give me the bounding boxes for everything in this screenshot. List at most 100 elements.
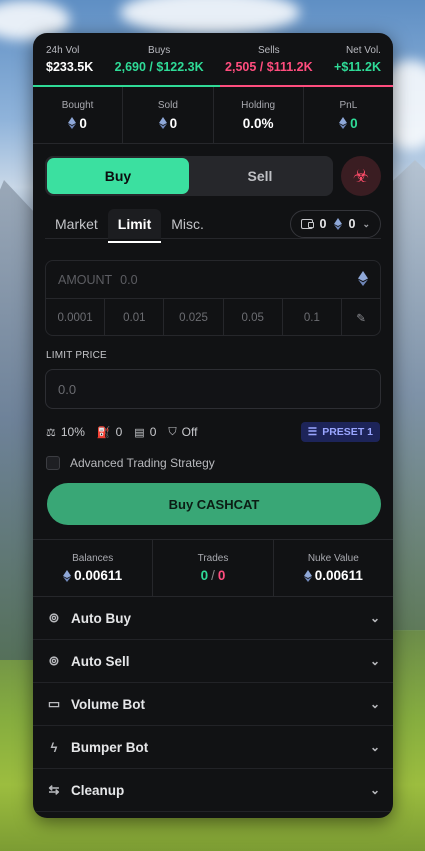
stat-value: +$11.2K xyxy=(334,60,381,74)
checkbox[interactable] xyxy=(46,456,60,470)
stat-sells: Sells 2,505 / $111.2K xyxy=(225,45,313,83)
trading-panel: 24h Vol $233.5K Buys 2,690 / $122.3K Sel… xyxy=(33,33,393,818)
background-cloud xyxy=(120,0,300,35)
buy-token-button[interactable]: Buy CASHCAT xyxy=(47,483,381,525)
mev-protection-setting[interactable]: ⛉ Off xyxy=(168,425,197,439)
trades-cell: Trades 0/0 xyxy=(153,540,274,596)
position-value: 0 xyxy=(158,115,178,131)
gas-value: 0 xyxy=(115,425,123,439)
accordion-auto-buy[interactable]: ⊚ Auto Buy ⌄ xyxy=(33,597,393,640)
position-value: 0 xyxy=(68,116,87,131)
trades-label: Trades xyxy=(197,553,229,564)
sell-ratio xyxy=(220,85,393,87)
amount-label: AMOUNT xyxy=(58,272,113,287)
buy-ratio xyxy=(33,85,221,87)
shield-icon: ⛉ xyxy=(168,425,177,438)
balances-summary: Balances 0.00611 Trades 0/0 Nuke Value 0… xyxy=(33,539,393,597)
preset-amount-button[interactable]: 0.0001 xyxy=(46,299,106,335)
chart-icon: ▭ xyxy=(47,696,61,711)
tab-market[interactable]: Market xyxy=(45,209,108,239)
position-number: 0 xyxy=(169,115,178,131)
biohazard-icon: ☣ xyxy=(352,165,370,186)
trades-separator: / xyxy=(211,568,215,583)
edit-presets-button[interactable]: ✎ xyxy=(342,299,380,335)
gas-setting[interactable]: ⛽ 0 xyxy=(97,425,122,439)
eth-icon xyxy=(68,117,77,129)
limit-price-placeholder: 0.0 xyxy=(58,381,77,397)
position-bought: Bought 0 xyxy=(33,87,124,143)
position-value: 0 xyxy=(339,116,358,131)
slippage-value: 10% xyxy=(60,425,85,439)
position-number: 0 xyxy=(79,115,87,131)
amount-presets: 0.0001 0.01 0.025 0.05 0.1 ✎ xyxy=(46,299,380,335)
wallet-eth-value: 0 xyxy=(348,217,356,231)
bolt-icon: ϟ xyxy=(50,739,58,755)
sell-tab-button[interactable]: Sell xyxy=(189,158,331,194)
tab-misc[interactable]: Misc. xyxy=(161,209,214,239)
ats-label: Advanced Trading Strategy xyxy=(70,456,215,470)
preset-amount-button[interactable]: 0.1 xyxy=(283,299,343,335)
preset-amount-button[interactable]: 0.025 xyxy=(164,299,224,335)
eth-icon xyxy=(358,270,368,289)
preset-amount-button[interactable]: 0.05 xyxy=(224,299,283,335)
accordion-cleanup[interactable]: ⇆ Cleanup ⌄ xyxy=(33,769,393,812)
wallet-icon xyxy=(300,219,314,229)
accordion-volume-bot[interactable]: ▭ Volume Bot ⌄ xyxy=(33,683,393,726)
accordion-label: Volume Bot xyxy=(71,696,145,712)
buy-sell-toggle: Buy Sell xyxy=(45,156,333,196)
stat-label: Net Vol. xyxy=(345,45,381,56)
accordion-auto-sell[interactable]: ⊚ Auto Sell ⌄ xyxy=(33,640,393,683)
chevron-down-icon: ⌄ xyxy=(369,654,380,668)
accordion-label: Auto Buy xyxy=(71,610,131,626)
accordion-label: Auto Sell xyxy=(71,653,130,669)
slippage-setting[interactable]: ⚖ 10% xyxy=(46,425,85,439)
limit-price-input[interactable]: 0.0 xyxy=(45,369,381,409)
priority-setting[interactable]: ▤ 0 xyxy=(134,425,156,439)
amount-placeholder: 0.0 xyxy=(120,272,138,287)
chevron-down-icon: ⌄ xyxy=(369,740,380,754)
chevron-down-icon: ⌄ xyxy=(369,611,380,625)
trades-sells: 0 xyxy=(217,568,226,583)
preset-label: PRESET 1 xyxy=(322,426,373,438)
market-stats: 24h Vol $233.5K Buys 2,690 / $122.3K Sel… xyxy=(33,33,393,85)
preset-amount-button[interactable]: 0.01 xyxy=(105,299,165,335)
position-pnl: PnL 0 xyxy=(304,87,393,143)
edit-icon: ✎ xyxy=(356,312,366,325)
amount-input[interactable]: AMOUNT 0.0 xyxy=(46,261,380,299)
balance-value: 0.00611 xyxy=(63,568,122,583)
advanced-trading-strategy[interactable]: Advanced Trading Strategy xyxy=(33,456,393,470)
stat-value: 2,505 / $111.2K xyxy=(225,60,313,74)
wallet-count: 0 xyxy=(319,217,327,231)
wallet-selector[interactable]: 0 0 ⌄ xyxy=(289,210,381,238)
position-summary: Bought 0 Sold 0 Holding 0.0% PnL 0 xyxy=(33,87,393,144)
trade-settings-row: ⚖ 10% ⛽ 0 ▤ 0 ⛉ Off ☰ PRESET 1 xyxy=(33,421,393,443)
arrows-icon: ⇆ xyxy=(48,782,60,797)
tab-limit[interactable]: Limit xyxy=(107,209,162,243)
trades-value: 0/0 xyxy=(201,568,226,583)
limit-price-label: LIMIT PRICE xyxy=(46,350,107,361)
stat-value: 2,690 / $122.3K xyxy=(114,60,204,74)
nuke-button[interactable]: ☣ xyxy=(341,156,381,196)
preset-selector[interactable]: ☰ PRESET 1 xyxy=(300,422,380,442)
accordion-label: Cleanup xyxy=(71,782,125,798)
position-sold: Sold 0 xyxy=(123,87,214,143)
eth-icon xyxy=(303,569,312,582)
nuke-value: 0.00611 xyxy=(303,568,363,583)
stat-label: 24h Vol xyxy=(46,45,80,56)
position-value: 0.0% xyxy=(242,115,274,131)
stat-24h-vol: 24h Vol $233.5K xyxy=(46,45,93,83)
position-label: Sold xyxy=(157,99,178,111)
position-label: Bought xyxy=(61,99,94,111)
buy-tab-button[interactable]: Buy xyxy=(47,158,189,194)
eth-icon xyxy=(333,218,342,230)
robot-icon: ⊚ xyxy=(48,653,60,668)
position-label: Holding xyxy=(241,99,276,111)
accordion-bumper-bot[interactable]: ϟ Bumper Bot ⌄ xyxy=(33,726,393,769)
stat-buys: Buys 2,690 / $122.3K xyxy=(115,45,204,83)
coins-icon: ▤ xyxy=(134,426,145,439)
chevron-down-icon: ⌄ xyxy=(369,697,380,711)
stat-value: $233.5K xyxy=(46,60,94,74)
trade-side-bar: Buy Sell ☣ xyxy=(33,152,393,200)
robot-icon: ⊚ xyxy=(48,610,60,625)
eth-icon xyxy=(158,117,167,129)
